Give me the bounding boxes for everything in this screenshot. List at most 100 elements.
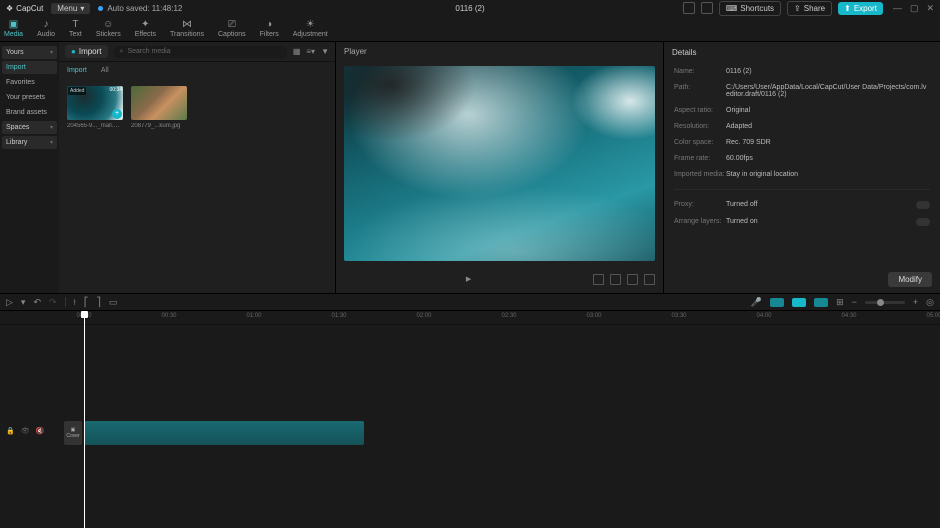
import-button[interactable]: ● Import [65, 45, 108, 58]
link-icon[interactable] [792, 298, 806, 307]
redo-icon[interactable]: ↷ [49, 297, 57, 308]
tab-effects[interactable]: ✦Effects [135, 19, 156, 38]
detail-label: Color space: [674, 139, 726, 146]
sidebar-item-yours[interactable]: Yours▾ [2, 46, 57, 59]
timeline-clip[interactable] [84, 421, 364, 445]
media-thumbs: Added 00:34 + 204565-9..._mall.mp4 20877… [59, 78, 335, 137]
sidebar-item-brand[interactable]: Brand assets [2, 106, 57, 119]
split-icon[interactable]: ⟊ [74, 297, 76, 308]
share-icon: ⇪ [794, 4, 801, 13]
lock-icon[interactable]: 🔒 [6, 427, 15, 435]
search-input[interactable]: ⌕ Search media [114, 46, 287, 58]
sort-icon[interactable]: ≡▾ [306, 47, 315, 56]
expand-icon[interactable] [610, 274, 621, 285]
trim-left-icon[interactable]: ⎡ [84, 297, 89, 308]
tab-label: Effects [135, 31, 156, 38]
zoom-in-icon[interactable]: + [913, 297, 918, 307]
track-header-icons: 🔒 👁 🔇 [0, 423, 50, 439]
close-icon[interactable]: ✕ [926, 3, 934, 14]
compare-icon[interactable] [627, 274, 638, 285]
track-toggle-icon[interactable]: ⊞ [836, 297, 844, 308]
thumb-filename: 204565-9..._mall.mp4 [67, 123, 123, 129]
layout-icon[interactable] [683, 2, 695, 14]
delete-icon[interactable]: ▭ [109, 297, 118, 308]
magnet-icon[interactable] [770, 298, 784, 307]
tab-audio[interactable]: ♪Audio [37, 19, 55, 38]
tab-label: Filters [260, 31, 279, 38]
subtab-import[interactable]: Import [67, 67, 87, 74]
detail-row-imported: Imported media:Stay in original location [674, 171, 930, 178]
tab-stickers[interactable]: ☺Stickers [96, 19, 121, 38]
shortcuts-button[interactable]: ⌨ Shortcuts [719, 1, 781, 16]
detail-value: 0116 (2) [726, 68, 930, 75]
thumb-image [131, 86, 187, 120]
effects-icon: ✦ [140, 19, 151, 30]
sidebar-item-import[interactable]: Import [2, 61, 57, 74]
fit-icon[interactable]: ◎ [926, 297, 934, 308]
tab-filters[interactable]: ◑Filters [260, 19, 279, 38]
tab-transitions[interactable]: ⋈Transitions [170, 19, 204, 38]
tab-adjustment[interactable]: ☀Adjustment [293, 19, 328, 38]
chevron-down-icon: ▾ [50, 139, 53, 146]
sidebar-item-library[interactable]: Library▾ [2, 136, 57, 149]
detail-value: Stay in original location [726, 171, 930, 178]
duration-badge: 00:34 [109, 87, 122, 93]
fullscreen-icon[interactable] [644, 274, 655, 285]
filter-icon[interactable]: ▼ [321, 47, 329, 56]
preview-frame [344, 66, 655, 261]
zoom-slider[interactable] [865, 301, 905, 304]
maximize-icon[interactable]: ▢ [910, 3, 919, 14]
detail-label: Frame rate: [674, 155, 726, 162]
history-icon[interactable] [701, 2, 713, 14]
mute-icon[interactable]: 🔇 [36, 427, 45, 435]
text-icon: T [70, 19, 81, 30]
divider [674, 189, 930, 190]
playhead[interactable] [84, 311, 85, 528]
undo-icon[interactable]: ↶ [33, 297, 41, 308]
share-button[interactable]: ⇪ Share [787, 1, 832, 16]
ratio-icon[interactable] [593, 274, 604, 285]
sidebar-item-presets[interactable]: Your presets [2, 91, 57, 104]
timeline[interactable]: 00:0000:3001:0001:3002:0002:3003:0003:30… [0, 311, 940, 528]
preview-icon[interactable] [814, 298, 828, 307]
detail-label: Path: [674, 84, 726, 91]
detail-row-framerate: Frame rate:60.00fps [674, 155, 930, 162]
modify-button[interactable]: Modify [888, 272, 932, 287]
mic-icon[interactable]: 🎤 [751, 297, 762, 308]
add-clip-icon[interactable]: + [112, 109, 122, 119]
subtab-all[interactable]: All [101, 67, 109, 74]
cover-button[interactable]: ▣ Cover [64, 421, 82, 445]
trim-right-icon[interactable]: ⎤ [96, 297, 101, 308]
import-bar: ● Import ⌕ Search media ▦ ≡▾ ▼ [59, 42, 335, 62]
sidebar-item-favorites[interactable]: Favorites [2, 76, 57, 89]
selection-tool-icon[interactable]: ▷ [6, 297, 13, 308]
detail-row-colorspace: Color space:Rec. 709 SDR [674, 139, 930, 146]
detail-row-proxy: Proxy:Turned off [674, 201, 930, 209]
detail-label: Arrange layers: [674, 218, 726, 225]
tab-text[interactable]: TText [69, 19, 82, 38]
toggle-proxy[interactable] [916, 201, 930, 209]
media-thumb[interactable]: 208779_...kum.jpg [131, 86, 187, 129]
media-thumb[interactable]: Added 00:34 + 204565-9..._mall.mp4 [67, 86, 123, 129]
player-title: Player [336, 42, 663, 62]
toggle-arrange[interactable] [916, 218, 930, 226]
chevron-down-icon[interactable]: ▾ [21, 297, 26, 308]
timeline-ruler[interactable]: 00:0000:3001:0001:3002:0002:3003:0003:30… [0, 311, 940, 325]
tab-label: Stickers [96, 31, 121, 38]
play-icon[interactable]: ▶ [466, 275, 471, 283]
player-canvas[interactable] [344, 66, 655, 261]
detail-value: C:/Users/User/AppData/Local/CapCut/User … [726, 84, 930, 98]
tab-label: Text [69, 31, 82, 38]
menu-button[interactable]: Menu ▾ [51, 3, 90, 14]
tab-label: Audio [37, 31, 55, 38]
zoom-out-icon[interactable]: − [852, 297, 857, 307]
sidebar-label: Yours [6, 49, 24, 56]
minimize-icon[interactable]: — [893, 3, 902, 14]
eye-icon[interactable]: 👁 [21, 427, 30, 435]
app-name: CapCut [16, 4, 43, 13]
tab-captions[interactable]: ⎚Captions [218, 19, 246, 38]
grid-icon[interactable]: ▦ [293, 47, 301, 56]
tab-media[interactable]: ▣Media [4, 19, 23, 38]
sidebar-item-spaces[interactable]: Spaces▾ [2, 121, 57, 134]
export-button[interactable]: ⬆ Export [838, 2, 883, 15]
